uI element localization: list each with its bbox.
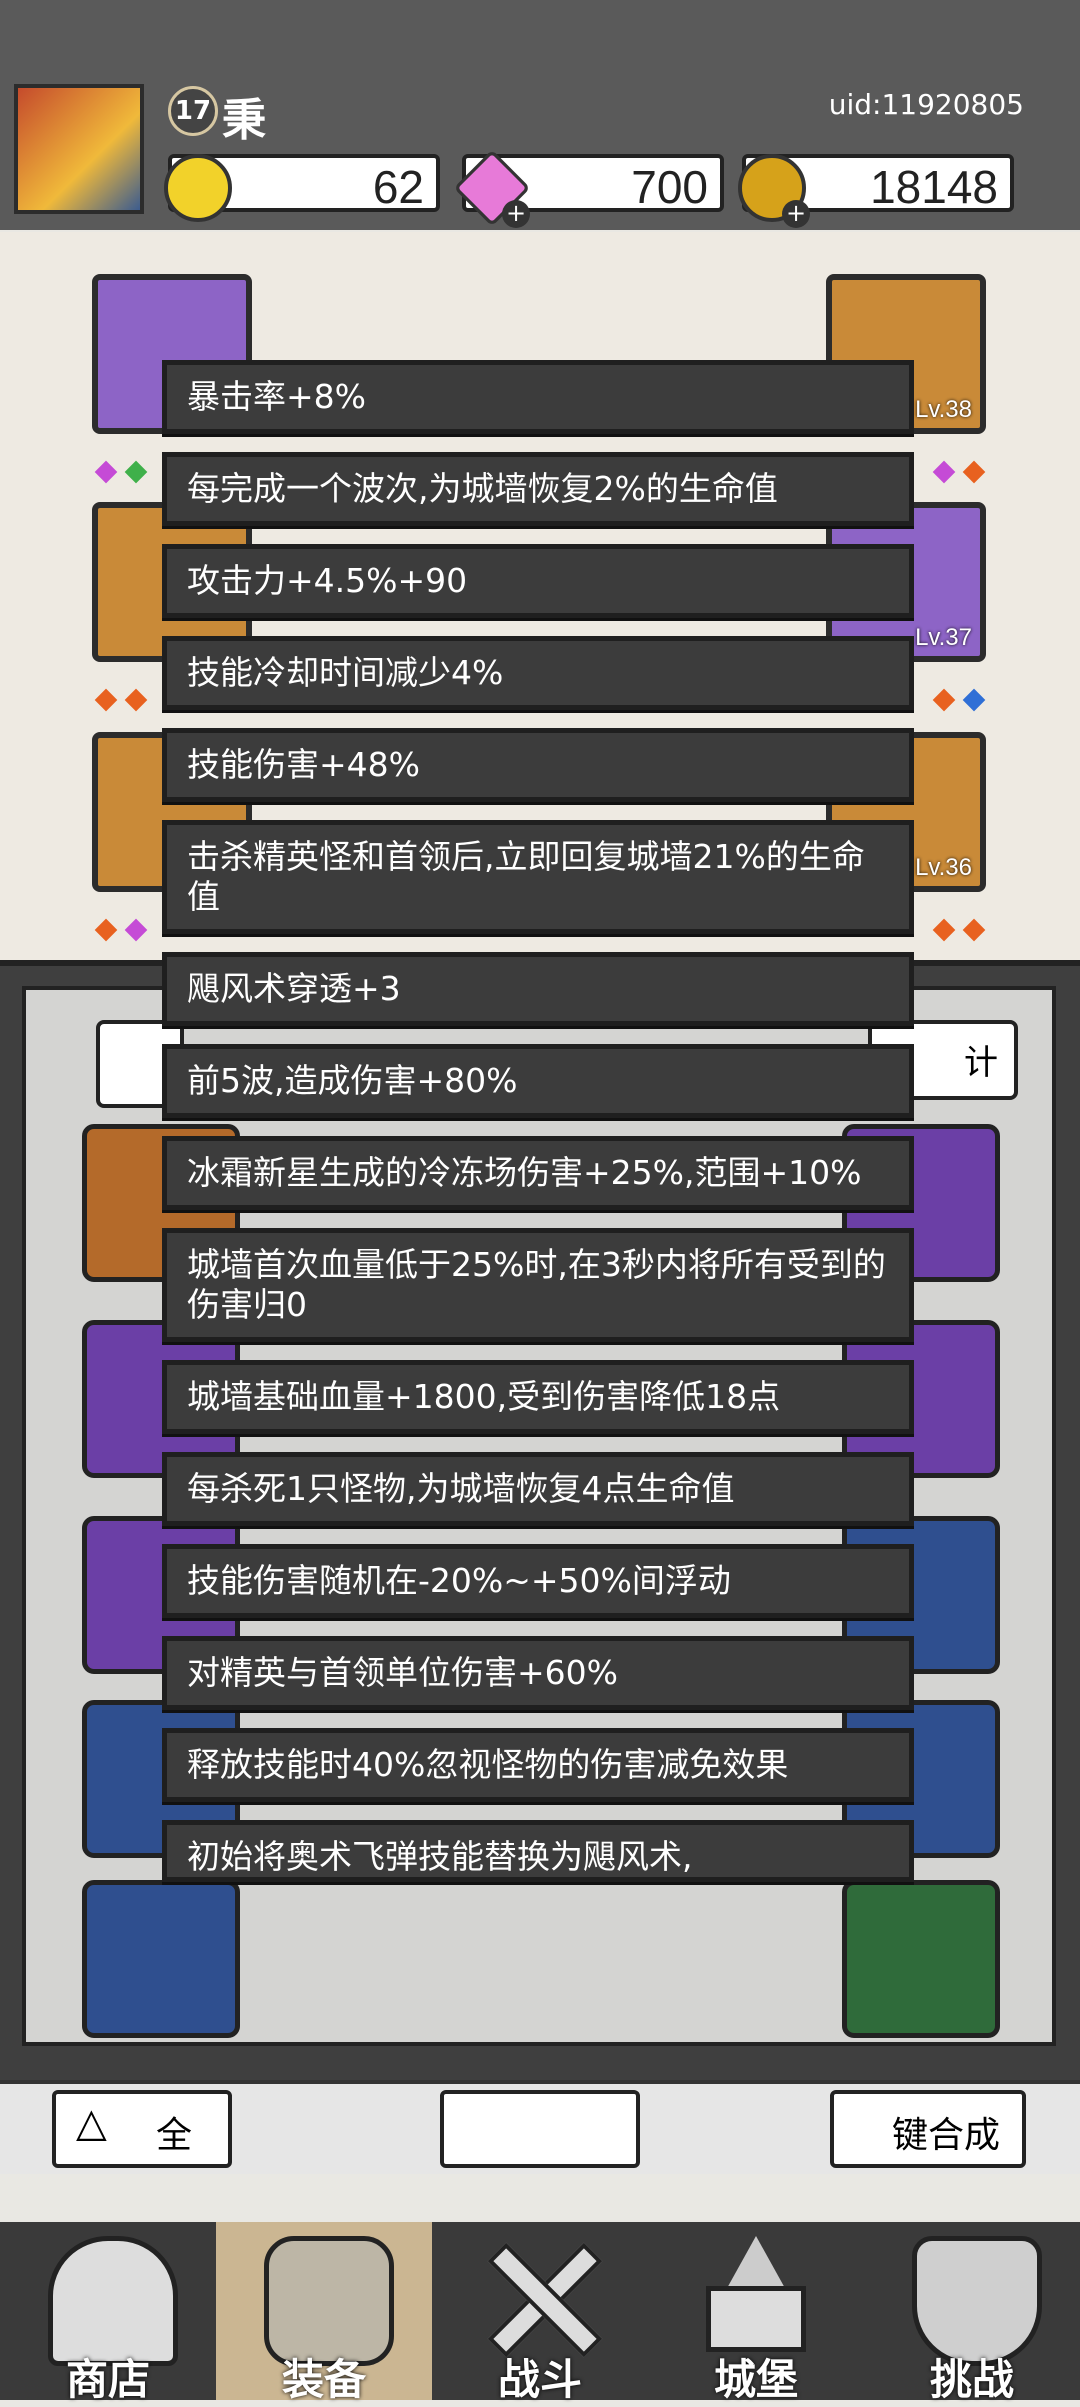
- nav-castle[interactable]: 城堡: [648, 2222, 864, 2404]
- socket-gem-icon: [932, 460, 956, 484]
- nav-battle-label: 战斗: [497, 2355, 582, 2404]
- tooltip-line: 飓风术穿透+3: [162, 952, 914, 1026]
- socket-gem-icon: [94, 918, 118, 942]
- nav-shop-label: 商店: [65, 2355, 150, 2404]
- tooltip-line: 击杀精英怪和首领后,立即回复城墙21%的生命值: [162, 820, 914, 934]
- sort-button-label: 全: [156, 2115, 193, 2156]
- tooltip-line: 技能伤害+48%: [162, 728, 914, 802]
- affix-tooltip-list: 暴击率+8% 每完成一个波次,为城墙恢复2%的生命值 攻击力+4.5%+90 技…: [162, 360, 914, 1900]
- top-header: 17 秉 uid:11920805 62 + 700 + 18148: [0, 0, 1080, 230]
- tooltip-line: 初始将奥术飞弹技能替换为飓风术,: [162, 1820, 914, 1882]
- nav-shop[interactable]: 商店: [0, 2222, 216, 2404]
- currency-coins: + 18148: [738, 154, 1014, 228]
- equip-level-label: Lv.37: [915, 624, 972, 651]
- crossed-swords-icon: [480, 2236, 603, 2358]
- action-bar: △ 全 键合成: [0, 2080, 1080, 2174]
- inventory-item[interactable]: [82, 1880, 240, 2038]
- add-diamonds-icon[interactable]: +: [502, 200, 530, 228]
- merge-button-label: 键合成: [891, 2115, 1000, 2156]
- tooltip-line: 技能冷却时间减少4%: [162, 636, 914, 710]
- tooltip-line: 技能伤害随机在-20%~+50%间浮动: [162, 1544, 914, 1618]
- tooltip-line: 攻击力+4.5%+90: [162, 544, 914, 618]
- currency-coins-value: 18148: [870, 161, 998, 213]
- equip-level-label: Lv.38: [915, 396, 972, 423]
- stats-button-label: 计: [964, 1043, 998, 1083]
- level-badge: 17: [168, 86, 218, 136]
- socket-gem-icon: [962, 688, 986, 712]
- tooltip-line: 对精英与首领单位伤害+60%: [162, 1636, 914, 1710]
- currency-diamonds-value: 700: [631, 161, 708, 213]
- socket-gem-icon: [94, 460, 118, 484]
- tooltip-line: 城墙基础血量+1800,受到伤害降低18点: [162, 1360, 914, 1434]
- nav-equipment[interactable]: 装备: [216, 2222, 432, 2404]
- currency-diamonds: + 700: [453, 149, 724, 228]
- add-coins-icon[interactable]: +: [782, 200, 810, 228]
- currency-gems: 62: [164, 154, 440, 222]
- socket-gem-icon: [124, 918, 148, 942]
- socket-gem-icon: [124, 460, 148, 484]
- socket-gem-icon: [94, 688, 118, 712]
- tooltip-line: 暴击率+8%: [162, 360, 914, 434]
- middle-button[interactable]: [440, 2090, 640, 2168]
- tooltip-line: 冰霜新星生成的冷冻场伤害+25%,范围+10%: [162, 1136, 914, 1210]
- tooltip-line: 每杀死1只怪物,为城墙恢复4点生命值: [162, 1452, 914, 1526]
- nav-challenge-label: 挑战: [929, 2355, 1014, 2404]
- player-avatar[interactable]: [14, 84, 144, 214]
- socket-gem-icon: [962, 460, 986, 484]
- sort-button[interactable]: △ 全: [52, 2090, 232, 2168]
- nav-equipment-label: 装备: [281, 2355, 366, 2404]
- triangle-up-icon: △: [76, 2100, 107, 2146]
- socket-gem-icon: [932, 688, 956, 712]
- tooltip-line: 城墙首次血量低于25%时,在3秒内将所有受到的伤害归0: [162, 1228, 914, 1342]
- equip-level-label: Lv.36: [915, 854, 972, 881]
- uid-label: uid:11920805: [828, 88, 1024, 121]
- inventory-item[interactable]: [842, 1880, 1000, 2038]
- yellow-gem-icon: [164, 154, 232, 222]
- tooltip-line: 前5波,造成伤害+80%: [162, 1044, 914, 1118]
- merge-button[interactable]: 键合成: [830, 2090, 1026, 2168]
- tooltip-line: 释放技能时40%忽视怪物的伤害减免效果: [162, 1728, 914, 1802]
- socket-gem-icon: [962, 918, 986, 942]
- tooltip-line: 每完成一个波次,为城墙恢复2%的生命值: [162, 452, 914, 526]
- currency-gems-value: 62: [372, 161, 424, 213]
- nav-castle-label: 城堡: [713, 2355, 798, 2404]
- castle-icon: [696, 2236, 816, 2356]
- bottom-navigation: 商店 装备 战斗 城堡 挑战: [0, 2222, 1080, 2404]
- socket-gem-icon: [124, 688, 148, 712]
- nav-battle[interactable]: 战斗: [432, 2222, 648, 2404]
- socket-gem-icon: [932, 918, 956, 942]
- player-name: 秉: [222, 95, 266, 146]
- nav-challenge[interactable]: 挑战: [864, 2222, 1080, 2404]
